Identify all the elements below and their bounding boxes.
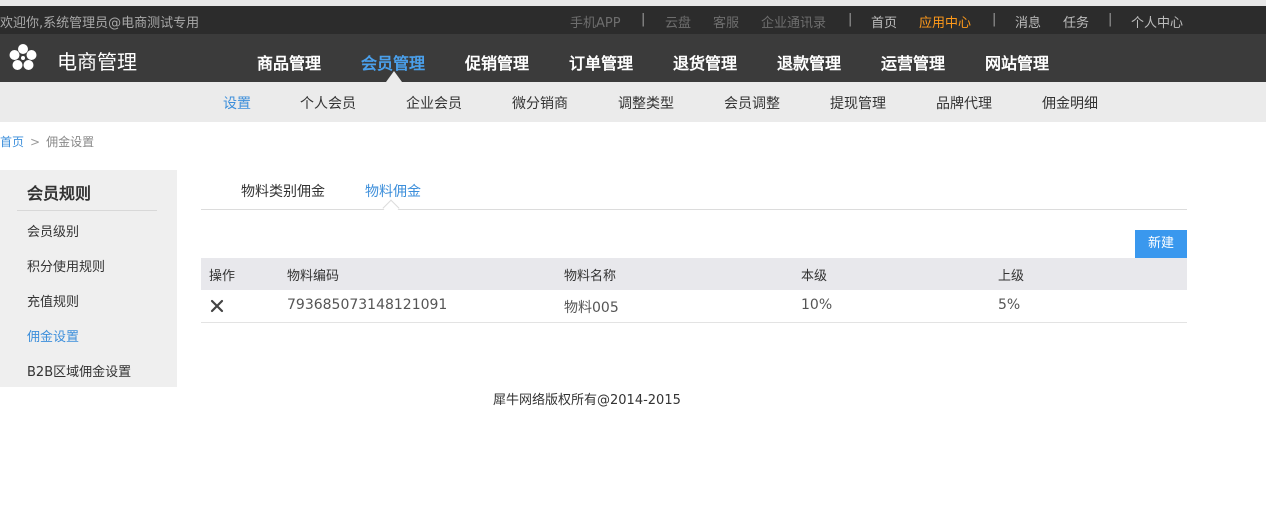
sidebar-item-recharge-rules[interactable]: 充值规则 [27,291,79,310]
tab-material-category-commission[interactable]: 物料类别佣金 [241,181,325,201]
nav-website[interactable]: 网站管理 [985,50,1049,74]
sidebar-item-member-levels[interactable]: 会员级别 [27,221,79,240]
breadcrumb-current: 佣金设置 [46,135,95,149]
app-title: 电商管理 [57,50,137,74]
mobile-app-link[interactable]: 手机APP [570,12,621,31]
column-header-level: 本级 [801,269,828,284]
breadcrumb: 首页 > 佣金设置 [0,133,94,150]
main-nav: 电商管理 商品管理 会员管理 促销管理 订单管理 退货管理 退款管理 运营管理 … [0,34,1266,82]
breadcrumb-separator: > [30,135,41,149]
sidebar: 会员规则 会员级别 积分使用规则 充值规则 佣金设置 B2B区域佣金设置 [0,170,177,387]
sidebar-divider [17,210,157,211]
messages-link[interactable]: 消息 [1015,12,1041,31]
top-separator: | [992,12,997,27]
tab-bar: 物料类别佣金 物料佣金 [201,170,1187,217]
top-links: 手机APP | 云盘 客服 企业通讯录 | 首页 应用中心 | 消息 任务 | … [0,12,1266,31]
table-header: 操作 物料编码 物料名称 本级 上级 [201,258,1187,290]
cell-material-name: 物料005 [564,300,619,316]
customer-service-link[interactable]: 客服 [713,12,739,31]
nav-returns[interactable]: 退货管理 [673,50,737,74]
subnav-adjustment-types[interactable]: 调整类型 [618,93,674,113]
cloud-disk-link[interactable]: 云盘 [665,12,691,31]
cell-material-code: 793685073148121091 [287,297,448,313]
sidebar-item-points-rules[interactable]: 积分使用规则 [27,256,105,275]
nav-orders[interactable]: 订单管理 [569,50,633,74]
cell-upper-level: 5% [998,297,1021,313]
tab-material-commission[interactable]: 物料佣金 [365,181,421,201]
flower-logo-icon [9,44,37,70]
top-bar: 欢迎你,系统管理员@电商测试专用 手机APP | 云盘 客服 企业通讯录 | 首… [0,6,1266,34]
subnav-brand-agents[interactable]: 品牌代理 [936,93,992,113]
commission-table: 操作 物料编码 物料名称 本级 上级 793685073148121091 物料… [201,258,1187,323]
tasks-link[interactable]: 任务 [1063,12,1089,31]
breadcrumb-home[interactable]: 首页 [0,135,24,149]
nav-refunds[interactable]: 退款管理 [777,50,841,74]
top-separator: | [1108,12,1113,27]
subnav-enterprise-members[interactable]: 企业会员 [406,93,462,113]
subnav-settings[interactable]: 设置 [223,93,251,113]
column-header-material-code: 物料编码 [287,269,340,284]
footer-copyright: 犀牛网络版权所有@2014-2015 [493,393,681,408]
column-header-material-name: 物料名称 [564,269,617,284]
subnav-individual-members[interactable]: 个人会员 [300,93,356,113]
table-row: 793685073148121091 物料005 10% 5% [201,290,1187,323]
contacts-link[interactable]: 企业通讯录 [761,12,826,31]
sidebar-title: 会员规则 [27,184,92,203]
subnav-commission-details[interactable]: 佣金明细 [1042,93,1098,113]
subnav-member-adjustment[interactable]: 会员调整 [724,93,780,113]
subnav-micro-distributors[interactable]: 微分销商 [512,93,568,113]
nav-operations[interactable]: 运营管理 [881,50,945,74]
column-header-upper-level: 上级 [998,269,1025,284]
top-separator: | [641,12,646,27]
nav-promotions[interactable]: 促销管理 [465,50,529,74]
cell-level: 10% [801,297,833,313]
delete-icon[interactable] [210,299,224,313]
active-tab-indicator [382,199,400,217]
personal-center-link[interactable]: 个人中心 [1131,12,1183,31]
subnav-withdrawals[interactable]: 提现管理 [830,93,886,113]
nav-products[interactable]: 商品管理 [257,50,321,74]
new-button[interactable]: 新建 [1135,230,1187,258]
home-link[interactable]: 首页 [871,12,897,31]
sidebar-item-commission-settings[interactable]: 佣金设置 [27,326,79,345]
column-header-action: 操作 [209,269,236,284]
sub-nav: 设置 个人会员 企业会员 微分销商 调整类型 会员调整 提现管理 品牌代理 佣金… [0,82,1266,122]
active-nav-indicator [386,71,402,82]
top-separator: | [848,12,853,27]
sidebar-item-b2b-region-commission[interactable]: B2B区域佣金设置 [27,361,131,380]
app-center-link[interactable]: 应用中心 [919,12,971,31]
